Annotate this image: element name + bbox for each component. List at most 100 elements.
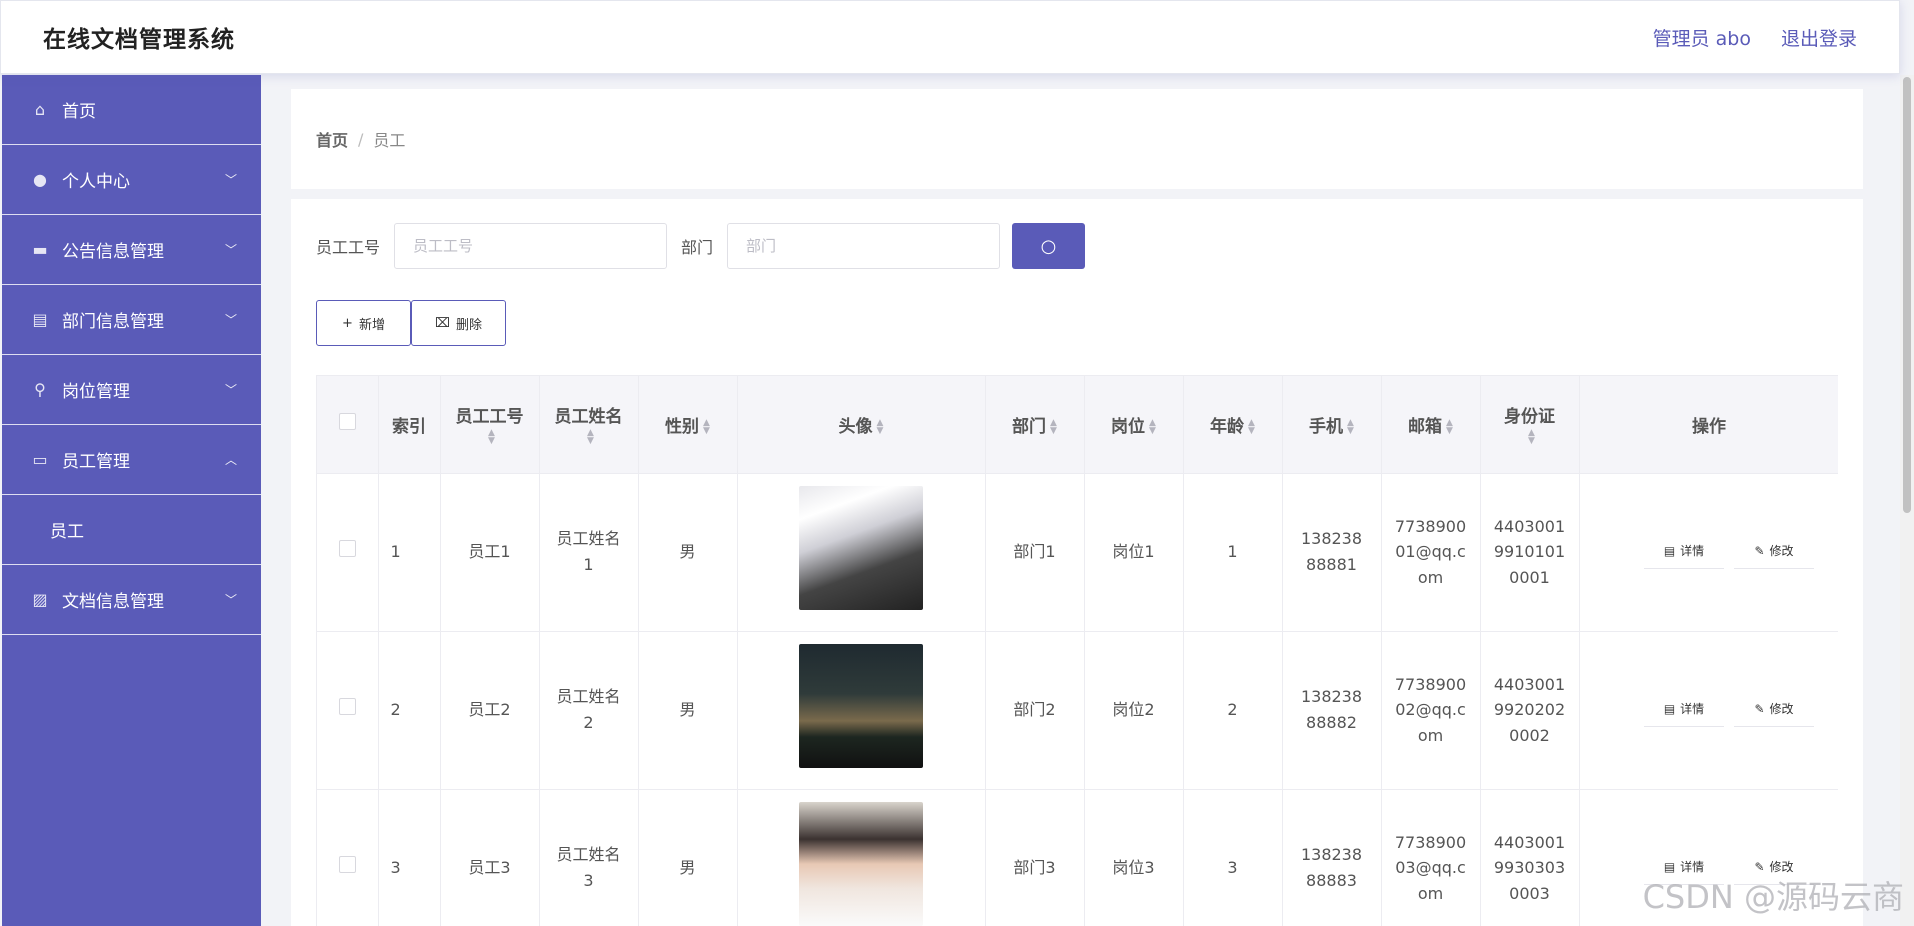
edit-label: 修改 <box>1769 543 1794 558</box>
cell-email: 773890002@qq.com <box>1381 631 1481 790</box>
col-post[interactable]: 岗位 ▲ ▼ <box>1084 376 1184 474</box>
sort-icon[interactable]: ▲ ▼ <box>877 418 884 435</box>
emp-no-input[interactable] <box>394 223 668 269</box>
col-age[interactable]: 年龄 ▲ ▼ <box>1183 376 1283 474</box>
sidebar-item-label: 首页 <box>62 102 96 122</box>
scrollbar-thumb[interactable] <box>1903 77 1911 513</box>
sidebar-subitem-employee[interactable]: 员工 <box>2 495 261 565</box>
chevron-down-icon: ﹀ <box>224 383 237 397</box>
add-button[interactable]: + 新增 <box>316 300 411 346</box>
dept-label: 部门 <box>681 238 714 257</box>
sidebar-item-department[interactable]: ▤ 部门信息管理 ﹀ <box>2 285 261 355</box>
logout-link[interactable]: 退出登录 <box>1781 24 1857 51</box>
sidebar-item-label: 员工管理 <box>62 452 130 472</box>
cell-phone: 13823888881 <box>1282 473 1382 632</box>
content-card: 员工工号 部门 ○ + 新增 ⌧ 删除 <box>291 199 1863 926</box>
col-email[interactable]: 邮箱 ▲ ▼ <box>1381 376 1481 474</box>
chevron-down-icon: ﹀ <box>224 173 237 187</box>
sidebar-item-personal-center[interactable]: ● 个人中心 ﹀ <box>2 145 261 215</box>
sort-icon[interactable]: ▲ ▼ <box>488 428 495 445</box>
cell-dept: 部门2 <box>985 631 1085 790</box>
col-emp-no[interactable]: 员工工号 ▲ ▼ <box>440 376 540 474</box>
sort-icon[interactable]: ▲ ▼ <box>1347 418 1354 435</box>
row-checkbox[interactable] <box>338 698 356 716</box>
avatar[interactable] <box>799 644 923 769</box>
current-user[interactable]: 管理员 abo <box>1653 24 1751 51</box>
col-ops: 操作 <box>1579 376 1838 474</box>
edit-button[interactable]: ✎ 修改 <box>1734 693 1814 727</box>
cell-emp-name: 员工姓名2 <box>539 631 639 790</box>
cell-phone: 13823888883 <box>1282 789 1382 926</box>
edit-button[interactable]: ✎ 修改 <box>1734 535 1814 569</box>
chevron-up-icon: ︿ <box>224 453 237 467</box>
cell-age: 2 <box>1183 631 1283 790</box>
col-post-label: 岗位 <box>1111 416 1146 437</box>
col-age-label: 年龄 <box>1210 416 1245 437</box>
chevron-down-icon: ﹀ <box>224 243 237 257</box>
top-bar: 在线文档管理系统 管理员 abo 退出登录 <box>0 0 1900 74</box>
col-emp-no-label: 员工工号 <box>455 406 524 427</box>
sort-icon[interactable]: ▲ ▼ <box>1050 418 1057 435</box>
sidebar-item-home[interactable]: ⌂ 首页 <box>2 75 261 145</box>
sort-icon[interactable]: ▲ ▼ <box>703 418 710 435</box>
cell-ops: ▤ 详情 ✎ 修改 <box>1579 631 1838 790</box>
sort-icon[interactable]: ▲ ▼ <box>1446 418 1453 435</box>
chevron-down-icon: ﹀ <box>224 593 237 607</box>
col-gender[interactable]: 性别 ▲ ▼ <box>638 376 738 474</box>
avatar[interactable] <box>799 486 923 611</box>
dept-input[interactable] <box>727 223 1001 269</box>
col-dept[interactable]: 部门 ▲ ▼ <box>985 376 1085 474</box>
col-idcard-label: 身份证 <box>1504 406 1555 427</box>
cell-avatar <box>737 473 986 632</box>
cell-index: 2 <box>378 631 441 790</box>
pencil-icon: ✎ <box>1754 701 1765 716</box>
row-checkbox[interactable] <box>338 540 356 558</box>
select-all-checkbox[interactable] <box>338 413 356 431</box>
sort-icon[interactable]: ▲ ▼ <box>1528 428 1535 445</box>
sort-icon[interactable]: ▲ ▼ <box>1248 418 1255 435</box>
col-emp-name[interactable]: 员工姓名 ▲ ▼ <box>539 376 639 474</box>
cell-index: 1 <box>378 473 441 632</box>
delete-button[interactable]: ⌧ 删除 <box>411 300 506 346</box>
cell-emp-name: 员工姓名3 <box>539 789 639 926</box>
microphone-icon: ⚲ <box>34 380 46 399</box>
col-dept-label: 部门 <box>1012 416 1047 437</box>
sort-icon[interactable]: ▲ ▼ <box>1149 418 1156 435</box>
user-icon: ● <box>33 170 47 189</box>
chart-icon: ▨ <box>32 590 48 609</box>
sidebar-item-label: 公告信息管理 <box>62 242 164 262</box>
search-button[interactable]: ○ <box>1012 223 1086 269</box>
search-bar: 员工工号 部门 ○ <box>316 223 1086 269</box>
cell-post: 岗位2 <box>1084 631 1184 790</box>
cell-index: 3 <box>378 789 441 926</box>
plus-icon: + <box>342 315 353 331</box>
vertical-scrollbar[interactable] <box>1900 75 1914 926</box>
col-phone[interactable]: 手机 ▲ ▼ <box>1282 376 1382 474</box>
cell-emp-no: 员工2 <box>440 631 540 790</box>
breadcrumb-separator: / <box>358 129 364 149</box>
col-avatar[interactable]: 头像 ▲ ▼ <box>737 376 986 474</box>
avatar[interactable] <box>799 802 923 926</box>
employee-table: 索引 员工工号 ▲ ▼ 员工姓名 ▲ ▼ 性别 ▲ ▼ 头像 ▲ ▼ 部门 ▲ ▼ 岗位 ▲ ▼ 年龄 ▲… <box>316 375 1838 926</box>
sidebar-item-document[interactable]: ▨ 文档信息管理 ﹀ <box>2 565 261 635</box>
cell-idcard: 440300199202020002 <box>1480 631 1580 790</box>
cell-age: 3 <box>1183 789 1283 926</box>
sort-icon[interactable]: ▲ ▼ <box>587 428 594 445</box>
sidebar-item-post[interactable]: ⚲ 岗位管理 ﹀ <box>2 355 261 425</box>
detail-label: 详情 <box>1680 543 1705 558</box>
document-icon: ▤ <box>1663 543 1676 558</box>
cell-email: 773890001@qq.com <box>1381 473 1481 632</box>
detail-button[interactable]: ▤ 详情 <box>1644 693 1724 727</box>
sidebar-item-employee[interactable]: ▭ 员工管理 ︿ <box>2 425 261 495</box>
row-checkbox[interactable] <box>338 856 356 874</box>
cell-emp-no: 员工1 <box>440 473 540 632</box>
sidebar-item-notice[interactable]: ▬ 公告信息管理 ﹀ <box>2 215 261 285</box>
col-email-label: 邮箱 <box>1408 416 1443 437</box>
breadcrumb-home[interactable]: 首页 <box>316 127 348 151</box>
col-idcard[interactable]: 身份证 ▲ ▼ <box>1480 376 1580 474</box>
main-area: 首页 / 员工 员工工号 部门 ○ + 新增 ⌧ 删除 <box>261 75 1900 926</box>
detail-button[interactable]: ▤ 详情 <box>1644 535 1724 569</box>
sidebar-item-label: 文档信息管理 <box>62 592 164 612</box>
cell-post: 岗位1 <box>1084 473 1184 632</box>
notice-icon: ▬ <box>32 240 48 259</box>
